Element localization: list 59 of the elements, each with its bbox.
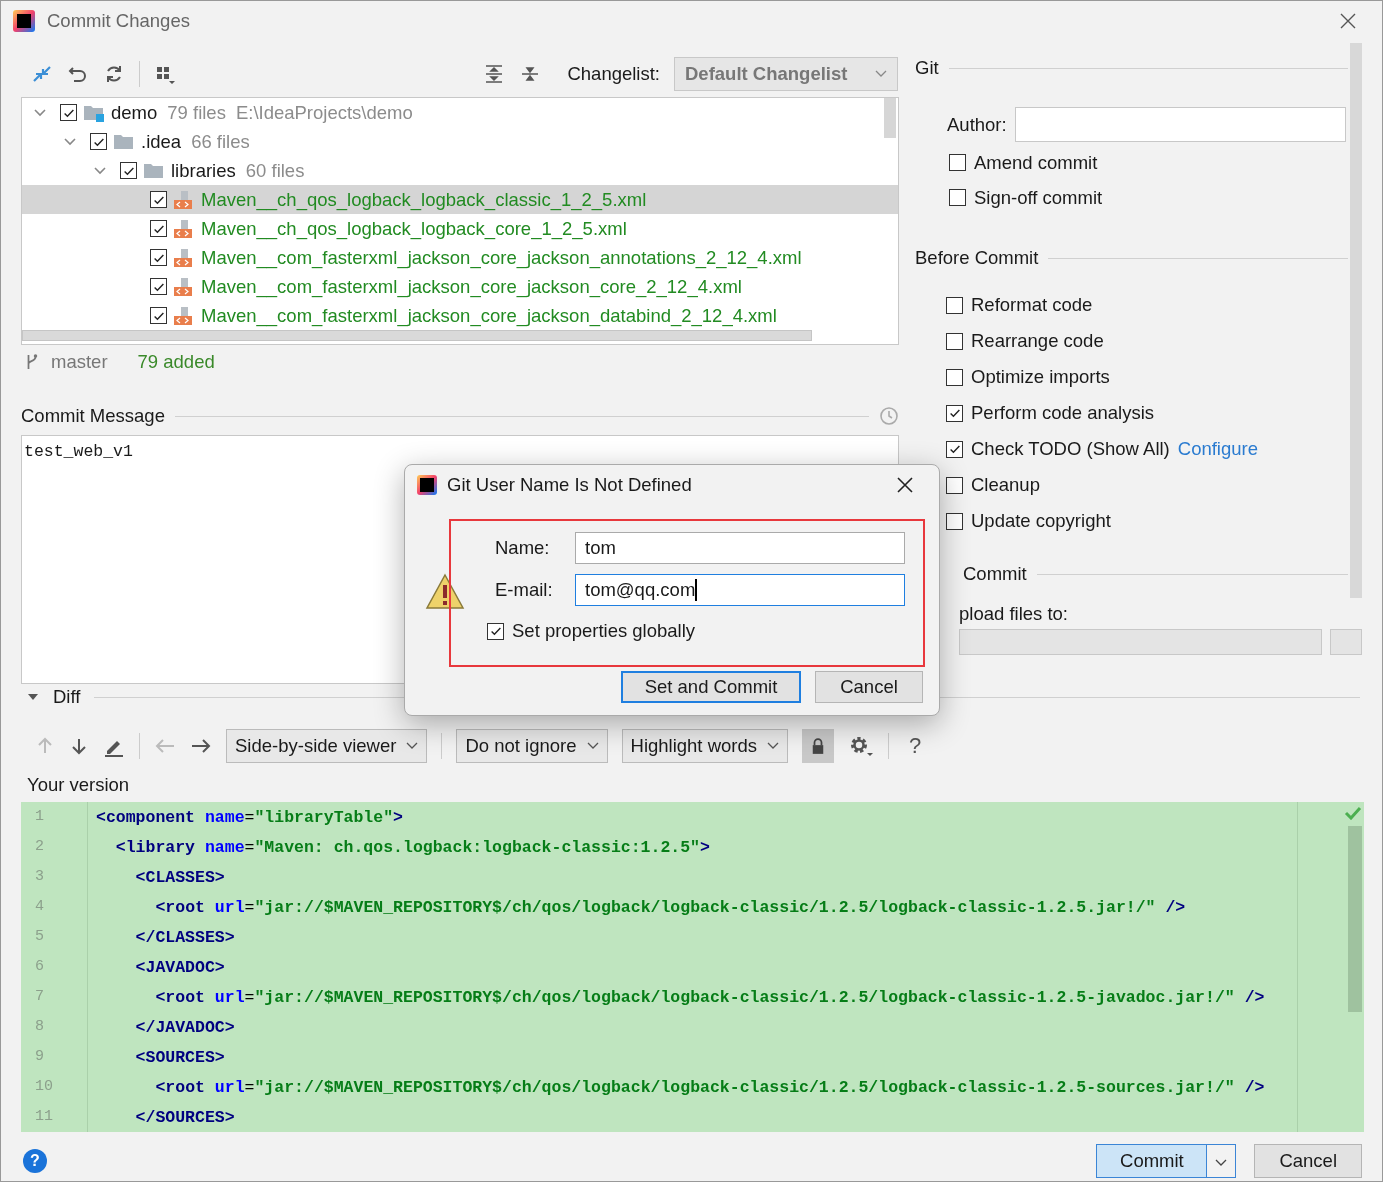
- option-label: Perform code analysis: [971, 402, 1155, 424]
- option-label: Optimize imports: [971, 366, 1110, 388]
- code-line: <root url="jar://$MAVEN_REPOSITORY$/ch/qos/logback/logback-classic/1.2.5/logback-classic-1.2.5-sources.jar!/" />: [154, 1077, 1265, 1097]
- section-title: Before Commit: [915, 247, 1039, 269]
- line-number: 11: [21, 1102, 88, 1132]
- line-number: 6: [21, 952, 88, 982]
- option-label: Check TODO (Show All): [971, 438, 1170, 460]
- line-number: 3: [21, 862, 88, 892]
- section-title: Diff: [53, 686, 81, 708]
- code-line: <CLASSES>: [134, 867, 225, 887]
- code-line: <SOURCES>: [134, 1047, 225, 1067]
- field-label: pload files to:: [958, 603, 1069, 623]
- section-title: Git: [915, 57, 939, 79]
- line-number: 7: [21, 982, 88, 1012]
- line-number: 9: [21, 1042, 88, 1072]
- line-number: 4: [21, 892, 88, 922]
- option-label: Rearrange code: [971, 330, 1104, 352]
- file-name: libraries: [171, 159, 236, 182]
- code-line: </SOURCES>: [134, 1107, 235, 1127]
- code-line: <library name="Maven: ch.qos.logback:logback-classic:1.2.5">: [114, 837, 710, 857]
- change-summary: 79 added: [137, 351, 215, 373]
- window-title: Commit Changes: [47, 10, 191, 32]
- line-number: 10: [21, 1072, 88, 1102]
- field-label: Name:: [495, 537, 551, 559]
- changelist-label: Changelist:: [567, 63, 660, 85]
- branch-name: master: [51, 351, 108, 373]
- line-number: 1: [21, 802, 88, 832]
- file-name: Maven__com_fasterxml_jackson_core_jackson_databind_2_12_4.xml: [201, 304, 777, 327]
- field-label: E-mail:: [495, 579, 554, 601]
- file-count: 66 files: [191, 130, 250, 153]
- file-name: .idea: [141, 130, 182, 153]
- code-line: <root url="jar://$MAVEN_REPOSITORY$/ch/qos/logback/logback-classic/1.2.5/logback-classic-1.2.5.jar!/" />: [154, 897, 1186, 917]
- code-line: </JAVADOC>: [134, 1017, 235, 1037]
- file-name: Maven__com_fasterxml_jackson_core_jackson_core_2_12_4.xml: [201, 275, 742, 298]
- option-label: Cleanup: [971, 474, 1040, 496]
- code-line: <JAVADOC>: [134, 957, 225, 977]
- option-label: Sign-off commit: [974, 186, 1103, 209]
- option-label: Update copyright: [971, 510, 1111, 532]
- section-title: Commit: [963, 563, 1027, 585]
- dialog-title: Git User Name Is Not Defined: [447, 474, 692, 496]
- line-number: 2: [21, 832, 88, 862]
- file-name: Maven__ch_qos_logback_logback_core_1_2_5.xml: [201, 217, 627, 240]
- line-number: 8: [21, 1012, 88, 1042]
- option-label: Reformat code: [971, 294, 1093, 316]
- file-count: 60 files: [245, 159, 305, 182]
- line-number: 5: [21, 922, 88, 952]
- code-line: </CLASSES>: [134, 927, 235, 947]
- file-name: demo: [111, 101, 158, 124]
- option-label: Amend commit: [974, 151, 1098, 174]
- file-name: Maven__com_fasterxml_jackson_core_jackson_annotations_2_12_4.xml: [201, 246, 802, 269]
- file-count: 79 files: [167, 101, 226, 124]
- section-title: Commit Message: [21, 405, 165, 427]
- pane-title: Your version: [26, 774, 131, 797]
- field-label: Author:: [947, 113, 1007, 136]
- file-name: Maven__ch_qos_logback_logback_classic_1_2_5.xml: [201, 188, 647, 211]
- code-line: <root url="jar://$MAVEN_REPOSITORY$/ch/qos/logback/logback-classic/1.2.5/logback-classic-1.2.5-javadoc.jar!/" />: [154, 987, 1265, 1007]
- code-line: <component name="libraryTable">: [95, 807, 403, 827]
- file-path: E:\IdeaProjects\demo: [235, 101, 413, 124]
- option-label: Set properties globally: [512, 620, 696, 642]
